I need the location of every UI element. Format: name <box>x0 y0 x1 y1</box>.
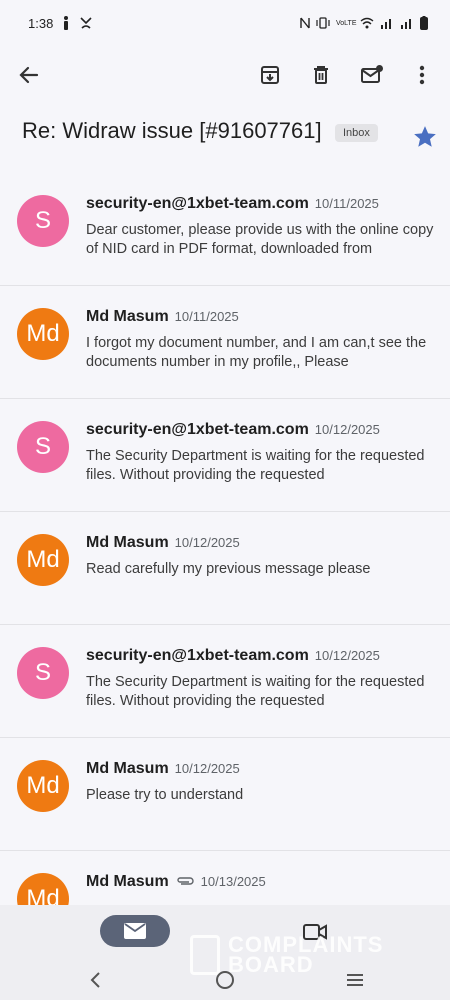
vibrate-icon <box>316 17 330 29</box>
sender-avatar[interactable]: Md <box>17 308 69 360</box>
delete-icon <box>314 66 328 84</box>
nfc-icon <box>300 17 310 29</box>
message-snippet: The Security Department is waiting for t… <box>86 448 425 483</box>
mail-icon <box>124 923 146 939</box>
back-button[interactable] <box>9 52 49 98</box>
more-vert-icon <box>419 65 425 85</box>
sender-avatar[interactable]: S <box>17 647 69 699</box>
network-type: VoLTE <box>336 19 357 27</box>
bottom-area: COMPLAINTS BOARD <box>0 905 450 1000</box>
message-date: 10/12/2025 <box>174 535 240 550</box>
message-row[interactable]: Ssecurity-en@1xbet-team.com 10/11/2025 Dea… <box>0 173 450 286</box>
message-row[interactable]: Md Md Masum 10/12/2025 Please try to unders… <box>0 738 450 851</box>
subject-row: Re: Widraw issue [#91607761] Inbox <box>22 112 442 156</box>
message-row[interactable]: Ssecurity-en@1xbet-team.com 10/12/2025 The… <box>0 625 450 738</box>
message-thread: Ssecurity-en@1xbet-team.com 10/11/2025 Dea… <box>0 173 450 964</box>
sender-line: Md Masum 10/12/2025 <box>86 760 240 778</box>
message-row[interactable]: Md Md Masum 10/12/2025 Read carefully my pr… <box>0 512 450 625</box>
message-row[interactable]: Md Md Masum 10/11/2025 I forgot my document… <box>0 286 450 399</box>
sender-line: security-en@1xbet-team.com 10/12/2025 <box>86 421 380 439</box>
email-subject: Re: Widraw issue [#91607761] <box>22 118 322 143</box>
system-navigation <box>0 960 450 1000</box>
inbox-label-chip[interactable]: Inbox <box>335 124 378 142</box>
wifi-icon <box>360 17 374 29</box>
sender-name: Md Masum <box>86 873 169 890</box>
status-bar: 1:38 VoLTE <box>0 0 450 46</box>
sender-line: security-en@1xbet-team.com 10/11/2025 <box>86 195 379 213</box>
message-date: 10/12/2025 <box>314 422 380 437</box>
system-recents-icon <box>347 974 363 986</box>
mark-unread-icon <box>361 65 383 83</box>
message-date: 10/11/2025 <box>174 309 239 324</box>
battery-icon <box>420 16 428 30</box>
message-date: 10/13/2025 <box>200 874 266 889</box>
message-date: 10/12/2025 <box>174 761 240 776</box>
message-snippet: Please try to understand <box>86 787 244 803</box>
sender-line: Md Masum 10/11/2025 <box>86 308 239 326</box>
toolbar <box>0 52 450 98</box>
system-home-icon <box>216 971 234 989</box>
mail-tab[interactable] <box>100 915 170 947</box>
missed-call-icon <box>80 17 92 29</box>
sender-name: security-en@1xbet-team.com <box>86 421 309 438</box>
sender-name: security-en@1xbet-team.com <box>86 195 309 212</box>
system-back-button[interactable] <box>75 960 115 1000</box>
sender-name: Md Masum <box>86 534 169 551</box>
delete-button[interactable] <box>301 52 341 98</box>
message-snippet: I forgot my document number, and I am ca… <box>86 335 427 370</box>
more-options-button[interactable] <box>402 52 442 98</box>
attachment-icon <box>176 877 194 885</box>
system-back-icon <box>90 972 100 988</box>
message-snippet: The Security Department is waiting for t… <box>86 674 425 709</box>
archive-button[interactable] <box>250 52 290 98</box>
signal-icon <box>381 19 391 29</box>
sender-avatar[interactable]: Md <box>17 534 69 586</box>
sender-line: security-en@1xbet-team.com 10/12/2025 <box>86 647 380 665</box>
accessibility-icon <box>64 16 69 30</box>
message-row[interactable]: Ssecurity-en@1xbet-team.com 10/12/2025 The… <box>0 399 450 512</box>
message-date: 10/11/2025 <box>314 196 379 211</box>
back-arrow-icon <box>19 66 39 84</box>
signal-icon-2 <box>401 19 411 29</box>
sender-name: security-en@1xbet-team.com <box>86 647 309 664</box>
status-time: 1:38 <box>28 15 54 31</box>
sender-line: Md Masum 10/13/2025 <box>86 873 266 891</box>
system-recents-button[interactable] <box>335 960 375 1000</box>
system-home-button[interactable] <box>205 960 245 1000</box>
message-date: 10/12/2025 <box>314 648 380 663</box>
sender-name: Md Masum <box>86 760 169 777</box>
sender-avatar[interactable]: S <box>17 195 69 247</box>
message-snippet: Read carefully my previous message pleas… <box>86 561 371 577</box>
archive-icon <box>261 66 279 84</box>
star-icon[interactable] <box>412 124 438 150</box>
sender-avatar[interactable]: Md <box>17 760 69 812</box>
sender-avatar[interactable]: S <box>17 421 69 473</box>
sender-line: Md Masum 10/12/2025 <box>86 534 240 552</box>
mark-unread-button[interactable] <box>352 52 392 98</box>
sender-name: Md Masum <box>86 308 169 325</box>
message-snippet: Dear customer, please provide us with th… <box>86 222 434 257</box>
